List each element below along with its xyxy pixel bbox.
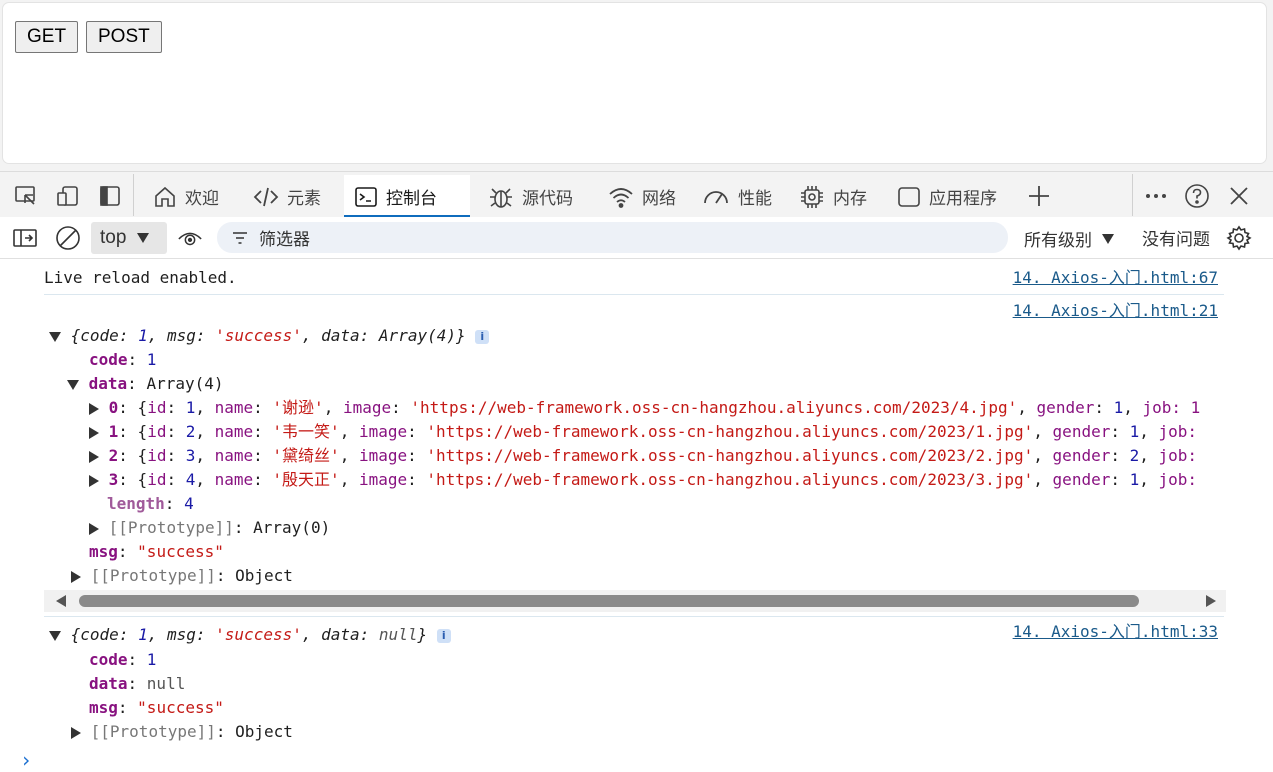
tab-elements[interactable]: 元素	[243, 175, 331, 218]
horizontal-scrollbar[interactable]	[44, 590, 1226, 612]
more-options-icon[interactable]	[1143, 183, 1169, 209]
property-code: code: 1	[89, 650, 157, 669]
collapse-triangle-icon[interactable]	[67, 379, 79, 390]
levels-label: 所有级别	[1024, 231, 1092, 251]
scroll-left-arrow-icon[interactable]	[56, 595, 66, 607]
info-icon[interactable]: i	[436, 628, 451, 643]
message-separator	[44, 294, 1224, 295]
context-selector[interactable]: top	[91, 222, 167, 254]
log-levels-dropdown[interactable]: 所有级别	[1024, 226, 1114, 251]
screen: GET POST 欢迎 元素 控制台 源代码 网络 性能 内存 应用程序 top…	[0, 0, 1273, 772]
array-item[interactable]: 0: {id: 1, name: '谢逊', image: 'https://w…	[89, 396, 1200, 420]
object-summary[interactable]: {code: 1, msg: 'success', data: null} i	[49, 623, 451, 647]
console-prompt[interactable]: ›	[20, 748, 32, 772]
console-icon	[355, 186, 377, 207]
divider	[1132, 174, 1133, 216]
scroll-right-arrow-icon[interactable]	[1206, 595, 1216, 607]
filter-icon	[233, 231, 247, 244]
tab-label: 内存	[833, 189, 867, 209]
inspect-element-icon[interactable]	[13, 183, 39, 209]
tab-welcome[interactable]: 欢迎	[143, 175, 229, 218]
tab-label: 应用程序	[929, 189, 997, 209]
log-message: Live reload enabled.	[44, 268, 237, 287]
tab-label: 源代码	[522, 189, 573, 209]
tab-console[interactable]: 控制台	[344, 175, 470, 218]
context-label: top	[100, 227, 127, 248]
console-output: Live reload enabled. 14. Axios-入门.html:6…	[0, 259, 1273, 772]
array-prototype[interactable]: [[Prototype]]: Array(0)	[89, 516, 330, 540]
add-tab-icon[interactable]	[1026, 183, 1052, 209]
source-link[interactable]: 14. Axios-入门.html:67	[1013, 267, 1218, 289]
help-icon[interactable]	[1184, 183, 1210, 209]
chip-icon	[801, 185, 823, 208]
console-toolbar: top 筛选器 所有级别 没有问题	[0, 217, 1273, 259]
tab-label: 欢迎	[185, 189, 219, 209]
property-code: code: 1	[89, 350, 157, 369]
expand-triangle-icon[interactable]	[89, 522, 99, 535]
tab-label: 控制台	[386, 189, 437, 209]
bug-icon	[490, 187, 512, 208]
tab-label: 元素	[287, 189, 321, 209]
wifi-icon	[609, 187, 633, 208]
array-item[interactable]: 2: {id: 3, name: '黛绮丝', image: 'https://…	[89, 444, 1197, 468]
toggle-sidebar-icon[interactable]	[97, 183, 123, 209]
chevron-down-icon	[1102, 233, 1114, 244]
settings-gear-icon[interactable]	[1226, 225, 1252, 251]
scrollbar-thumb[interactable]	[79, 595, 1139, 607]
object-summary[interactable]: {code: 1, msg: 'success', data: Array(4)…	[49, 324, 490, 348]
devtools-panel: 欢迎 元素 控制台 源代码 网络 性能 内存 应用程序 top 筛选器 所有级别…	[0, 171, 1273, 772]
app-window-icon	[898, 186, 920, 207]
close-icon[interactable]	[1226, 183, 1252, 209]
live-expression-icon[interactable]	[177, 225, 203, 251]
tab-label: 网络	[642, 189, 676, 209]
property-data: data: null	[89, 674, 186, 693]
devtools-tabbar: 欢迎 元素 控制台 源代码 网络 性能 内存 应用程序	[0, 171, 1273, 218]
collapse-triangle-icon[interactable]	[49, 630, 61, 641]
tab-application[interactable]: 应用程序	[887, 175, 1007, 218]
page-viewport: GET POST	[2, 2, 1267, 164]
filter-input[interactable]: 筛选器	[217, 222, 1008, 253]
divider	[133, 174, 134, 216]
property-data[interactable]: data: Array(4)	[67, 372, 224, 396]
show-sidebar-icon[interactable]	[12, 225, 38, 251]
array-item[interactable]: 1: {id: 2, name: '韦一笑', image: 'https://…	[89, 420, 1197, 444]
info-icon[interactable]: i	[475, 329, 490, 344]
device-emulation-icon[interactable]	[55, 183, 81, 209]
tab-network[interactable]: 网络	[598, 175, 686, 218]
object-prototype[interactable]: [[Prototype]]: Object	[71, 720, 293, 744]
message-separator	[44, 616, 1224, 617]
expand-triangle-icon[interactable]	[71, 726, 81, 739]
tab-memory[interactable]: 内存	[789, 175, 877, 218]
clear-console-icon[interactable]	[55, 225, 81, 251]
gauge-icon	[704, 190, 728, 203]
expand-triangle-icon[interactable]	[89, 450, 99, 463]
property-msg: msg: "success"	[89, 698, 224, 717]
tab-sources[interactable]: 源代码	[478, 175, 583, 218]
source-link[interactable]: 14. Axios-入门.html:33	[1013, 621, 1218, 643]
expand-triangle-icon[interactable]	[89, 426, 99, 439]
source-link[interactable]: 14. Axios-入门.html:21	[1013, 300, 1218, 322]
array-item[interactable]: 3: {id: 4, name: '殷天正', image: 'https://…	[89, 468, 1197, 492]
expand-triangle-icon[interactable]	[71, 570, 81, 583]
home-icon	[155, 186, 175, 207]
issues-counter[interactable]: 没有问题	[1142, 225, 1210, 250]
filter-placeholder: 筛选器	[259, 230, 310, 250]
post-button[interactable]: POST	[86, 21, 162, 53]
tab-performance[interactable]: 性能	[692, 175, 782, 218]
expand-triangle-icon[interactable]	[89, 474, 99, 487]
get-button[interactable]: GET	[15, 21, 79, 53]
chevron-down-icon	[137, 233, 150, 243]
expand-triangle-icon[interactable]	[89, 402, 99, 415]
property-msg: msg: "success"	[89, 542, 224, 561]
collapse-triangle-icon[interactable]	[49, 331, 61, 342]
object-prototype[interactable]: [[Prototype]]: Object	[71, 564, 293, 588]
property-length: length: 4	[107, 494, 194, 513]
tab-label: 性能	[738, 189, 772, 209]
code-icon	[253, 187, 279, 206]
